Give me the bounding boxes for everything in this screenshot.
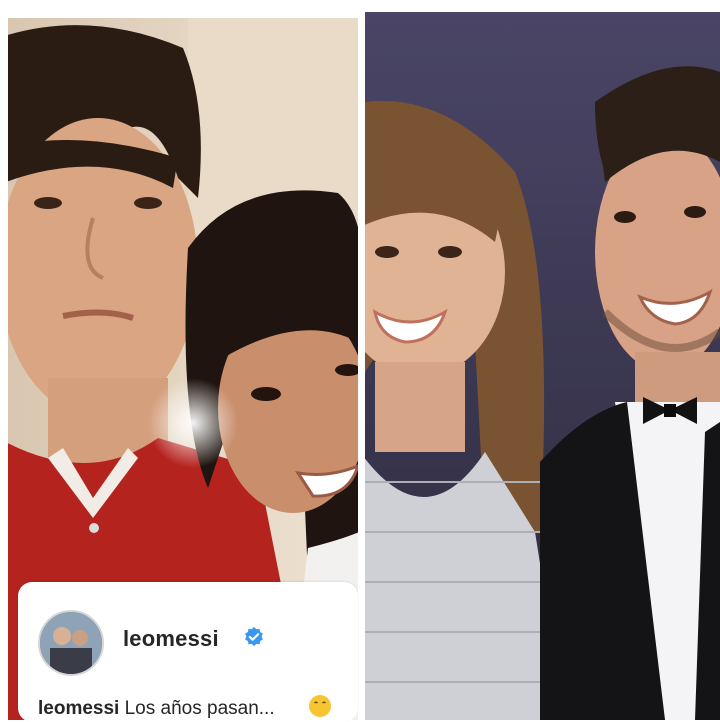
instagram-post-card: leomessi leomessi Los años pasan...: [18, 582, 358, 722]
right-photo: [365, 12, 720, 720]
caption-text: Los años pasan...: [124, 698, 275, 719]
recent-couple-photo: [365, 12, 720, 720]
avatar-photo-icon: [40, 612, 102, 674]
caption-username[interactable]: leomessi: [38, 698, 119, 719]
smiling-face-emoji-icon: [309, 695, 331, 717]
profile-avatar[interactable]: [38, 610, 104, 676]
post-caption: leomessi Los años pasan...: [38, 698, 275, 720]
post-username[interactable]: leomessi: [123, 626, 219, 652]
verified-badge-icon: [245, 626, 263, 647]
